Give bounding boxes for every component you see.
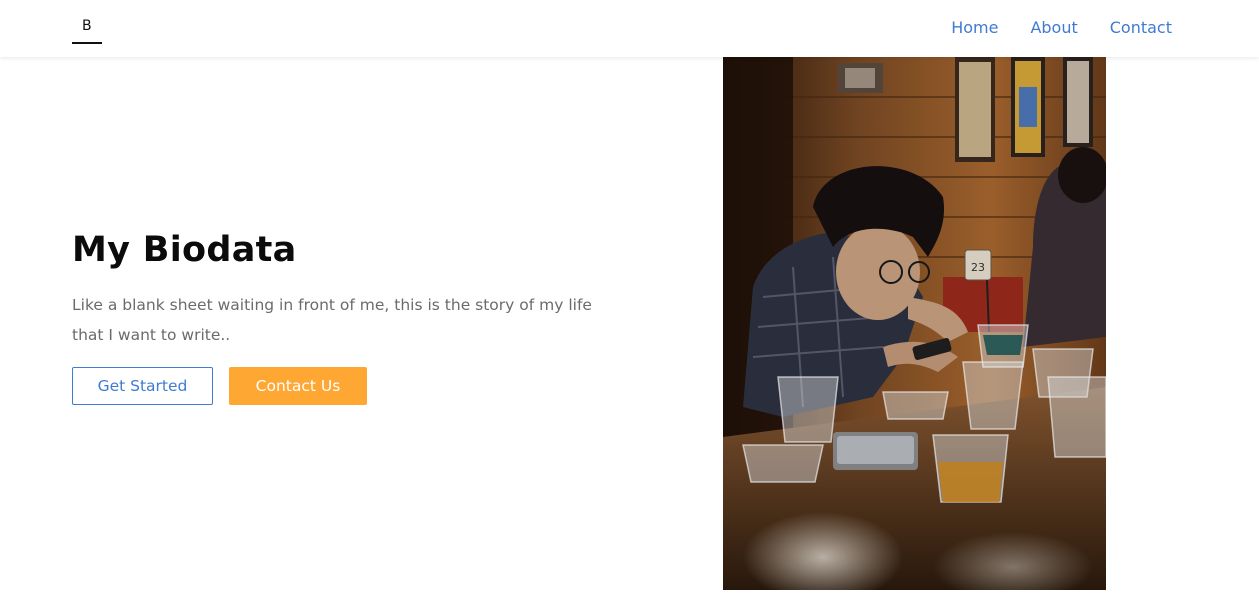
hero-photo: 23 [723, 57, 1106, 590]
nav-menu: Home About Contact [951, 17, 1172, 39]
nav-link-contact[interactable]: Contact [1110, 17, 1172, 39]
nav-link-home[interactable]: Home [951, 17, 998, 39]
logo-underline [72, 42, 102, 44]
hero-title: My Biodata [72, 230, 297, 270]
contact-us-button[interactable]: Contact Us [229, 367, 367, 405]
logo-letter: B [82, 18, 92, 34]
cafe-scene-illustration: 23 [723, 57, 1106, 590]
site-logo[interactable]: B [72, 16, 102, 44]
nav-link-about[interactable]: About [1030, 17, 1077, 39]
get-started-button[interactable]: Get Started [72, 367, 213, 405]
hero-description: Like a blank sheet waiting in front of m… [72, 296, 592, 344]
navbar: B Home About Contact [0, 0, 1259, 57]
